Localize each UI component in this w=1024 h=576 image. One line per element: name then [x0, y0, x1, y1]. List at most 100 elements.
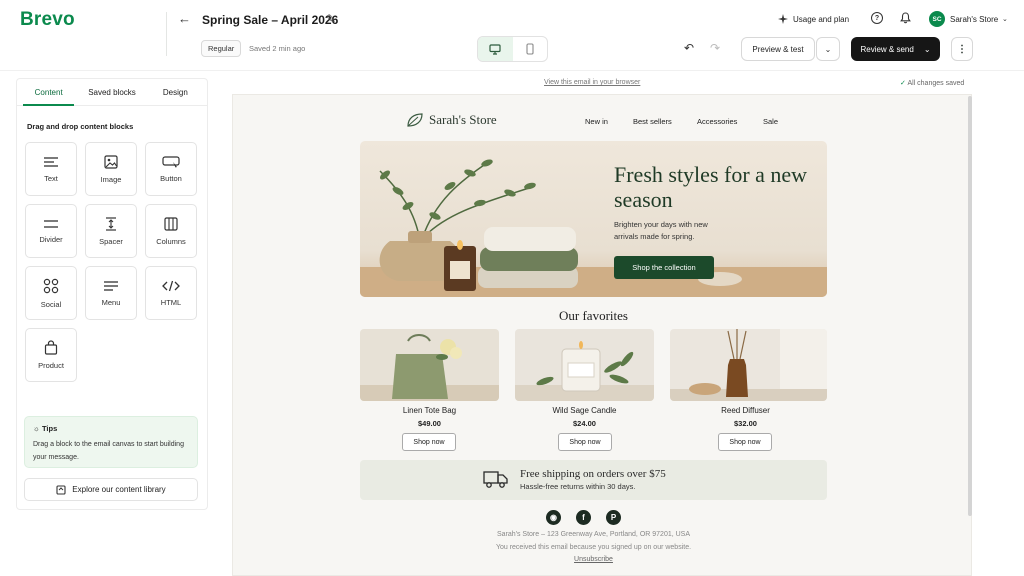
- preview-options-chevron-icon[interactable]: ⌄: [816, 37, 840, 61]
- all-saved-label: All changes saved: [907, 80, 965, 87]
- block-label: Product: [38, 361, 64, 370]
- footer-address: Sarah's Store – 123 Greenway Ave, Portla…: [496, 531, 691, 538]
- help-icon[interactable]: ?: [871, 12, 883, 24]
- bag-icon: [44, 340, 58, 355]
- block-label: Divider: [39, 234, 63, 244]
- block-menu[interactable]: Menu: [85, 266, 137, 320]
- menu-icon: [104, 280, 118, 291]
- block-spacer[interactable]: Spacer: [85, 204, 137, 258]
- usage-label: Usage and plan: [793, 14, 850, 24]
- library-icon: [56, 484, 66, 495]
- truck-icon: [483, 469, 509, 494]
- product-name: Wild Sage Candle: [552, 406, 617, 415]
- review-send-label: Review & send: [860, 44, 914, 54]
- nav-sale[interactable]: Sale: [763, 117, 778, 126]
- canvas-scrollbar[interactable]: [968, 96, 972, 516]
- diffuser-illustration: [670, 329, 827, 401]
- shop-now-button[interactable]: Shop now: [558, 433, 612, 451]
- brevo-logo[interactable]: Brevo: [20, 9, 75, 31]
- email-logo[interactable]: Sarah's Store: [406, 112, 497, 128]
- avatar[interactable]: SC: [929, 11, 945, 27]
- nav-new-in[interactable]: New in: [585, 117, 608, 126]
- shop-collection-button[interactable]: Shop the collection: [614, 256, 714, 279]
- block-social[interactable]: Social: [25, 266, 77, 320]
- review-send-button[interactable]: Review & send ⌄: [851, 37, 940, 61]
- notifications-bell-icon[interactable]: [900, 11, 911, 29]
- block-text[interactable]: Text: [25, 142, 77, 196]
- tips-text: Drag a block to the email canvas to star…: [33, 441, 184, 461]
- leaf-icon: [407, 113, 423, 127]
- product-image-diffuser[interactable]: [670, 329, 827, 401]
- tips-title: ☼ Tips: [33, 424, 57, 433]
- nav-accessories[interactable]: Accessories: [697, 117, 737, 126]
- usage-and-plan-link[interactable]: Usage and plan: [778, 14, 849, 24]
- block-label: Text: [44, 173, 58, 183]
- header-bottom-border: [0, 70, 1024, 71]
- instagram-icon[interactable]: ◉: [546, 510, 561, 525]
- product-image-candle[interactable]: [515, 329, 654, 401]
- divider-icon: [44, 219, 58, 228]
- product-image-tote[interactable]: [360, 329, 499, 401]
- shop-now-button[interactable]: Shop now: [402, 433, 456, 451]
- spacer-icon: [106, 216, 116, 231]
- shipping-subtitle: Hassle-free returns within 30 days.: [520, 482, 636, 491]
- hero-subtitle: Brighten your days with new arrivals mad…: [614, 220, 708, 241]
- email-logo-text: Sarah's Store: [429, 112, 497, 127]
- block-image[interactable]: Image: [85, 142, 137, 196]
- block-label: Image: [100, 174, 122, 184]
- block-html[interactable]: HTML: [145, 266, 197, 320]
- tab-saved-blocks[interactable]: Saved blocks: [80, 79, 143, 105]
- sparkle-icon: [778, 14, 788, 24]
- tab-content[interactable]: Content: [17, 79, 80, 106]
- columns-icon: [164, 216, 178, 231]
- view-in-browser-link[interactable]: View this email in your browser: [544, 79, 640, 86]
- block-columns[interactable]: Columns: [145, 204, 197, 258]
- facebook-icon[interactable]: f: [576, 510, 591, 525]
- desktop-view-button[interactable]: [478, 37, 513, 61]
- candle-illustration: [515, 341, 654, 401]
- mobile-icon: [526, 43, 534, 55]
- favorites-title: Our favorites: [559, 308, 628, 323]
- text-icon: [44, 156, 58, 167]
- header-divider: [166, 12, 167, 56]
- undo-icon[interactable]: ↶: [684, 41, 694, 55]
- tips-title-label: Tips: [41, 424, 58, 433]
- block-label: Button: [160, 173, 182, 183]
- block-label: Menu: [101, 297, 121, 307]
- block-button[interactable]: Button: [145, 142, 197, 196]
- redo-icon[interactable]: ↷: [710, 41, 720, 55]
- panel-tabs: Content Saved blocks Design: [17, 79, 207, 106]
- account-name[interactable]: Sarah's Store: [950, 15, 998, 24]
- block-divider[interactable]: Divider: [25, 204, 77, 258]
- product-price: $24.00: [573, 419, 596, 428]
- unsubscribe-link[interactable]: Unsubscribe: [360, 556, 827, 563]
- pinterest-icon[interactable]: P: [606, 510, 621, 525]
- edit-title-pencil-icon[interactable]: ✎: [326, 12, 336, 26]
- lightbulb-icon: ☼: [33, 424, 40, 433]
- nav-best-sellers[interactable]: Best sellers: [633, 117, 672, 126]
- more-options-icon[interactable]: ⋮: [951, 37, 973, 61]
- shop-now-button[interactable]: Shop now: [718, 433, 772, 451]
- campaign-type-badge: Regular: [201, 40, 242, 57]
- mobile-view-button[interactable]: [513, 37, 548, 61]
- shipping-banner: [360, 460, 827, 500]
- back-arrow-icon[interactable]: ←: [178, 11, 191, 26]
- block-label: Spacer: [99, 236, 123, 246]
- tab-design[interactable]: Design: [144, 79, 207, 105]
- product-name: Reed Diffuser: [721, 406, 770, 415]
- saved-status: Saved 2 min ago: [249, 44, 306, 53]
- preview-test-button[interactable]: Preview & test: [741, 37, 815, 61]
- block-product[interactable]: Product: [25, 328, 77, 382]
- explore-label: Explore our content library: [72, 485, 166, 494]
- account-chevron-down-icon[interactable]: ⌄: [1002, 15, 1008, 23]
- explore-content-library-button[interactable]: Explore our content library: [24, 478, 198, 501]
- code-icon: [162, 280, 180, 291]
- product-name: Linen Tote Bag: [402, 406, 457, 415]
- desktop-icon: [489, 43, 501, 55]
- campaign-title[interactable]: Spring Sale – April 2026: [202, 13, 338, 27]
- image-icon: [104, 154, 118, 169]
- block-label: Columns: [156, 236, 186, 246]
- tote-illustration: [360, 334, 499, 401]
- hero-title: Fresh styles for a new season: [614, 162, 808, 212]
- product-price: $49.00: [418, 419, 441, 428]
